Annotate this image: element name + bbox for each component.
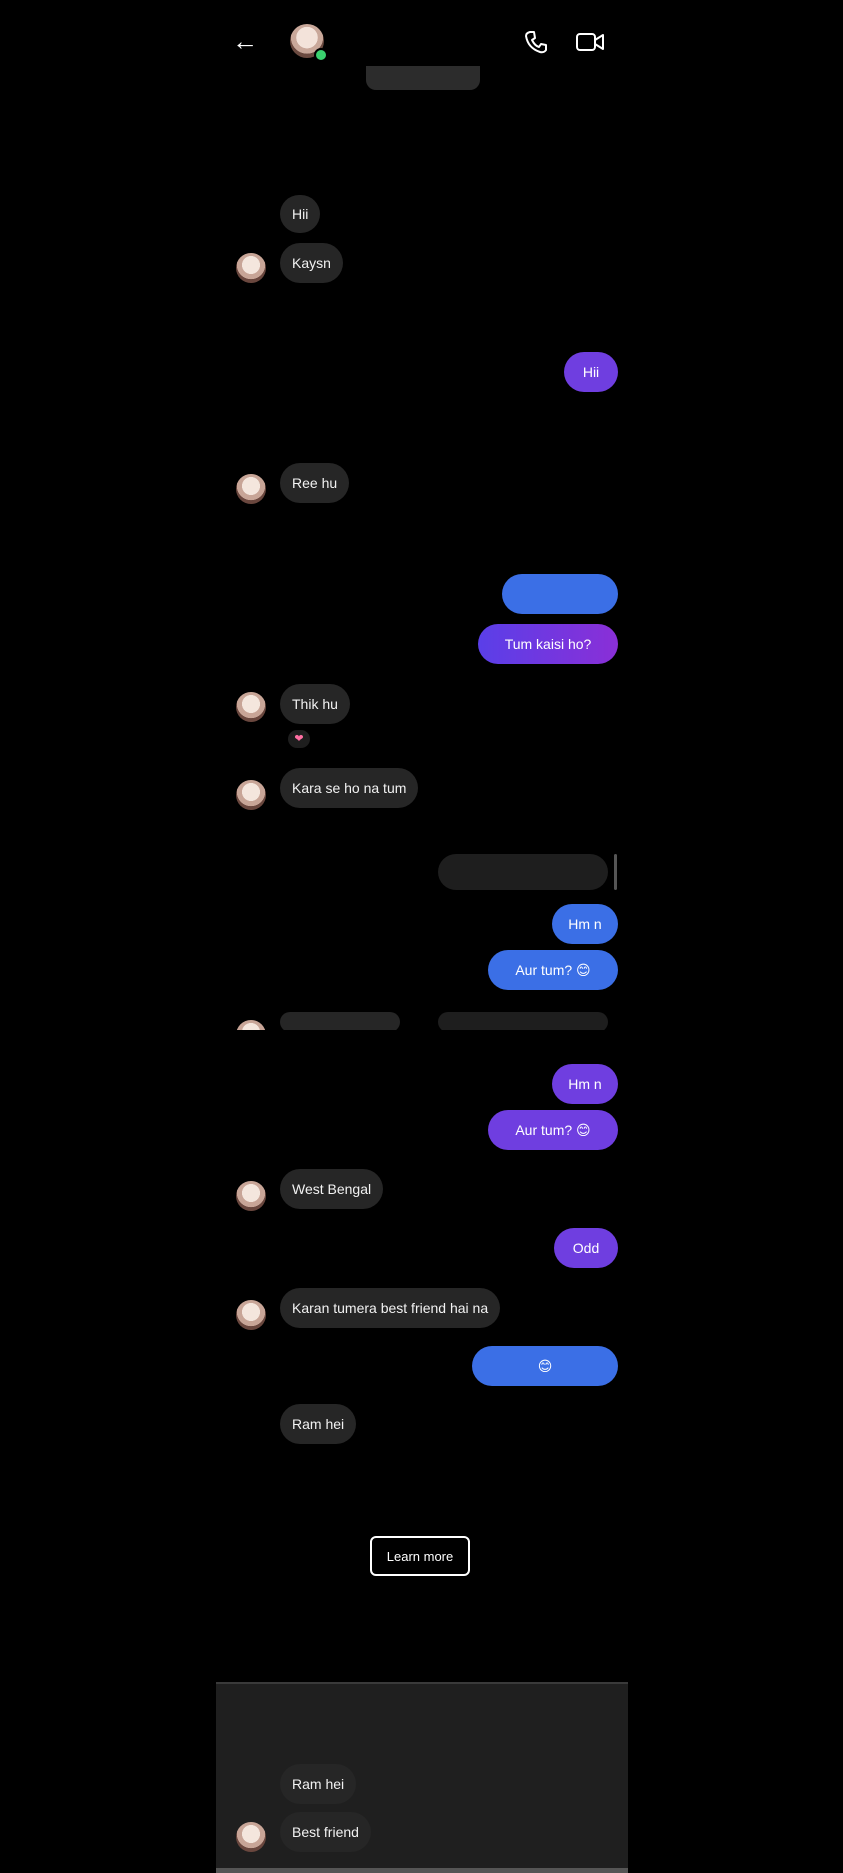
- message-outgoing[interactable]: Hm n: [552, 1064, 618, 1104]
- message-incoming: [280, 1012, 400, 1030]
- reply-preview: [438, 1012, 608, 1030]
- message-outgoing[interactable]: Aur tum? 😊: [488, 1110, 618, 1150]
- sender-avatar[interactable]: [236, 1181, 266, 1211]
- message-text: Aur tum?: [515, 1122, 573, 1138]
- chat-screen: ← Hii Kaysn Hii Ree hu Tum kaisi ho? Thi…: [216, 0, 628, 1873]
- smile-emoji-icon: 😊: [537, 1358, 553, 1374]
- phone-icon[interactable]: [522, 28, 550, 56]
- message-incoming[interactable]: Kara se ho na tum: [280, 768, 419, 808]
- message-incoming[interactable]: Hii: [280, 195, 321, 233]
- video-camera-icon[interactable]: [574, 28, 606, 56]
- message-incoming[interactable]: Kaysn: [280, 243, 343, 283]
- smile-emoji-icon: 😊: [576, 962, 591, 978]
- back-arrow-icon[interactable]: ←: [230, 26, 260, 56]
- sender-avatar[interactable]: [236, 780, 266, 810]
- sender-avatar[interactable]: [236, 1822, 266, 1852]
- chat-header: ←: [216, 14, 628, 74]
- sender-avatar[interactable]: [236, 253, 266, 283]
- message-outgoing[interactable]: [502, 574, 618, 614]
- message-incoming[interactable]: Ree hu: [280, 463, 350, 503]
- render-glitch-strip: [216, 1012, 628, 1030]
- status-bar: [216, 0, 628, 14]
- sender-avatar: [236, 1020, 266, 1030]
- view-profile-pill[interactable]: [366, 66, 480, 90]
- message-text: Aur tum?: [515, 962, 573, 978]
- smile-emoji-icon: 😊: [576, 1122, 591, 1138]
- message-outgoing[interactable]: Aur tum? 😊: [488, 950, 618, 990]
- vanish-mode-panel: Ram hei Best friend: [216, 1682, 628, 1873]
- message-outgoing[interactable]: Hii: [564, 352, 618, 392]
- message-outgoing[interactable]: Odd: [554, 1228, 618, 1268]
- sender-avatar[interactable]: [236, 474, 266, 504]
- message-incoming[interactable]: Karan tumera best friend hai na: [280, 1288, 501, 1328]
- reply-bar: [614, 854, 617, 890]
- heart-reaction-icon[interactable]: ❤: [288, 730, 310, 748]
- message-incoming[interactable]: Thik hu: [280, 684, 350, 724]
- bottom-edge: [216, 1868, 628, 1873]
- message-incoming[interactable]: Best friend: [280, 1812, 371, 1852]
- online-status-dot: [314, 48, 328, 62]
- message-incoming[interactable]: Ram hei: [280, 1404, 357, 1444]
- message-outgoing[interactable]: 😊: [472, 1346, 618, 1386]
- message-incoming[interactable]: West Bengal: [280, 1169, 384, 1209]
- message-incoming[interactable]: Ram hei: [280, 1764, 357, 1804]
- sender-avatar[interactable]: [236, 1300, 266, 1330]
- learn-more-button[interactable]: Learn more: [370, 1536, 470, 1576]
- message-outgoing[interactable]: Tum kaisi ho?: [478, 624, 618, 664]
- sender-avatar[interactable]: [236, 692, 266, 722]
- message-outgoing[interactable]: Hm n: [552, 904, 618, 944]
- reply-preview[interactable]: [438, 854, 608, 890]
